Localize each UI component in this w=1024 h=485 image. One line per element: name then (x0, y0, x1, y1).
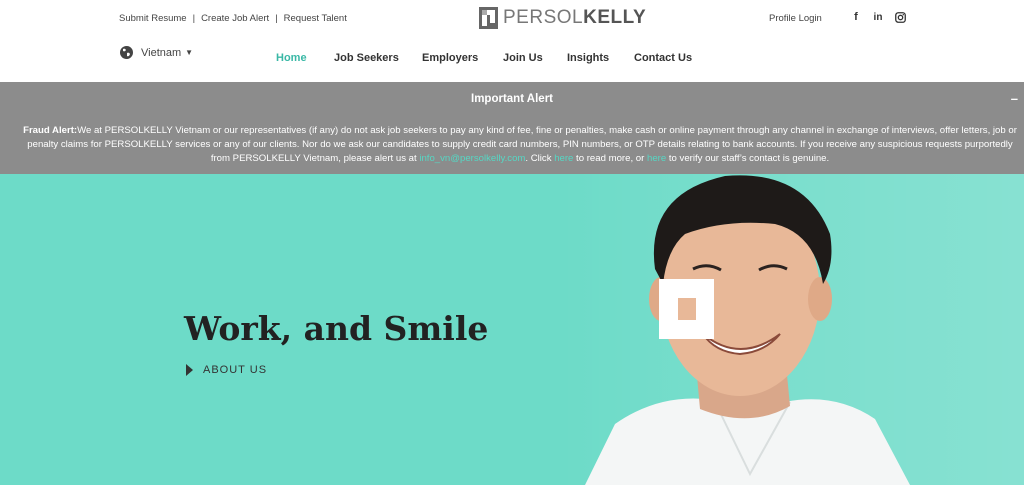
social-links: f in (850, 10, 916, 24)
logo-mark-icon (479, 7, 498, 29)
submit-resume-link[interactable]: Submit Resume (119, 13, 187, 24)
profile-login-link[interactable]: Profile Login (769, 13, 822, 24)
hero-banner: Work, and Smile ABOUT US (0, 174, 1024, 485)
country-label: Vietnam (141, 46, 182, 59)
nav-job-seekers[interactable]: Job Seekers (334, 52, 422, 64)
about-us-link[interactable]: ABOUT US (186, 364, 267, 376)
divider: | (192, 13, 196, 24)
caret-down-icon: ▼ (185, 48, 194, 57)
fraud-alert-label: Fraud Alert: (23, 125, 78, 136)
site-header: Submit Resume | Create Job Alert | Reque… (0, 0, 1024, 82)
country-selector[interactable]: Vietnam ▼ (120, 46, 193, 59)
nav-join-us[interactable]: Join Us (503, 52, 567, 64)
verify-staff-link[interactable]: here (647, 153, 666, 164)
fraud-alert-text: Fraud Alert:We at PERSOLKELLY Vietnam or… (20, 124, 1020, 166)
nav-home[interactable]: Home (276, 52, 334, 64)
request-talent-link[interactable]: Request Talent (284, 13, 347, 24)
divider: | (275, 13, 278, 24)
hero-title: Work, and Smile (184, 309, 489, 348)
create-job-alert-link[interactable]: Create Job Alert (201, 13, 269, 24)
nav-employers[interactable]: Employers (422, 52, 503, 64)
important-alert: Important Alert – Fraud Alert:We at PERS… (0, 82, 1024, 174)
hero-person-image (585, 175, 910, 485)
about-us-label: ABOUT US (203, 364, 268, 376)
main-nav: Home Job Seekers Employers Join Us Insig… (276, 52, 692, 64)
nav-insights[interactable]: Insights (567, 52, 634, 64)
play-arrow-icon (186, 364, 193, 376)
linkedin-icon[interactable]: in (872, 10, 884, 24)
alert-text: . Click (525, 153, 555, 164)
read-more-link[interactable]: here (554, 153, 573, 164)
utility-links: Submit Resume | Create Job Alert | Reque… (119, 13, 347, 24)
globe-icon (120, 46, 133, 59)
instagram-icon[interactable] (894, 10, 906, 24)
facebook-icon[interactable]: f (850, 10, 862, 24)
site-logo[interactable]: PERSOLKELLY (479, 7, 646, 29)
alert-text: to read more, or (573, 153, 647, 164)
alert-text: to verify our staff’s contact is genuine… (666, 153, 830, 164)
alert-title: Important Alert (471, 93, 553, 105)
nav-contact-us[interactable]: Contact Us (634, 52, 692, 64)
alert-email-link[interactable]: info_vn@persolkelly.com (419, 153, 525, 164)
logo-wordmark: PERSOLKELLY (503, 7, 647, 28)
collapse-icon[interactable]: – (1011, 91, 1018, 106)
